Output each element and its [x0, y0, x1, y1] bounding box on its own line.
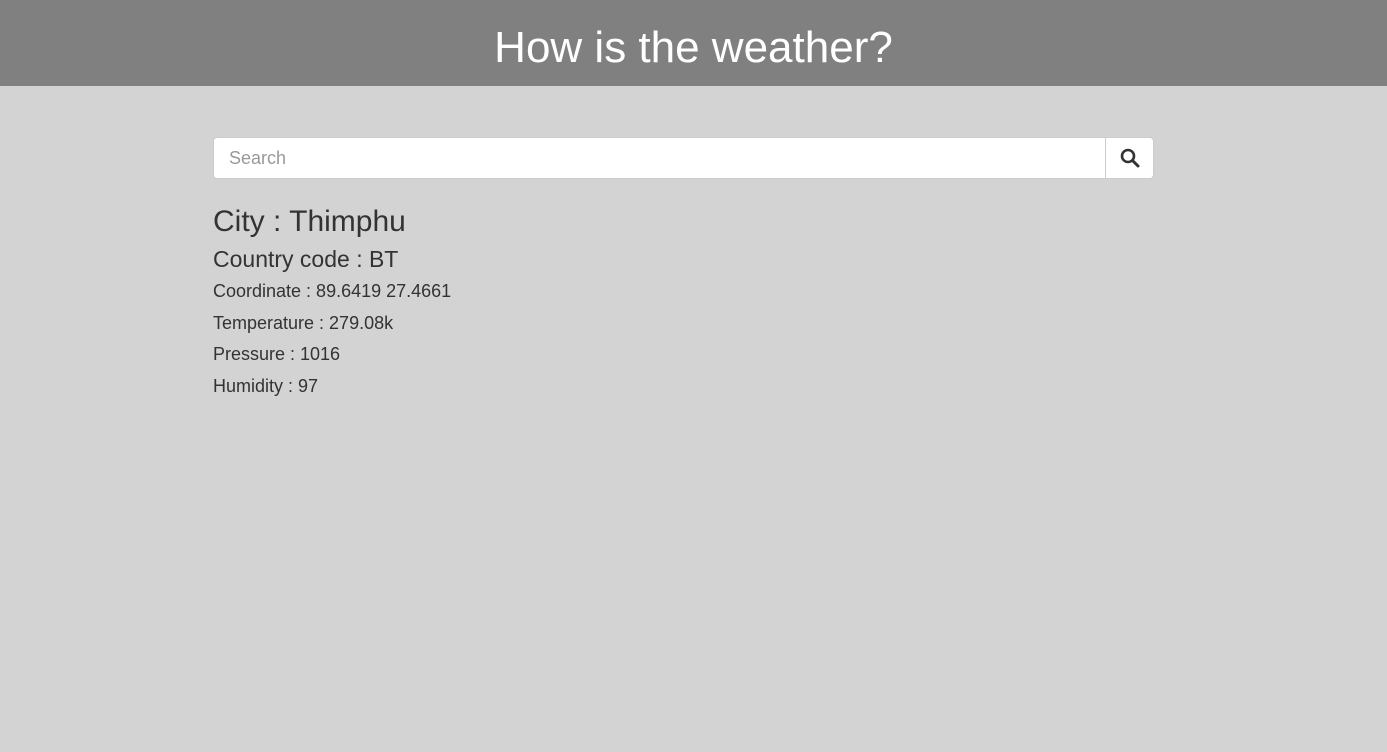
search-button[interactable] — [1105, 137, 1154, 179]
weather-info: City : Thimphu Country code : BT Coordin… — [213, 205, 1154, 396]
temperature-text: Temperature : 279.08k — [213, 312, 394, 333]
page-title: How is the weather? — [494, 23, 893, 72]
city-heading: City : Thimphu — [213, 205, 406, 238]
search-icon — [1120, 148, 1140, 168]
humidity-text: Humidity : 97 — [213, 375, 319, 396]
country-code-heading: Country code : BT — [213, 246, 399, 272]
page-header: How is the weather? — [0, 0, 1387, 86]
pressure-text: Pressure : 1016 — [213, 344, 341, 364]
coordinate-text: Coordinate : 89.6419 27.4661 — [213, 281, 452, 301]
main-content: City : Thimphu Country code : BT Coordin… — [213, 137, 1154, 407]
search-input[interactable] — [213, 137, 1105, 179]
search-bar — [213, 137, 1154, 179]
